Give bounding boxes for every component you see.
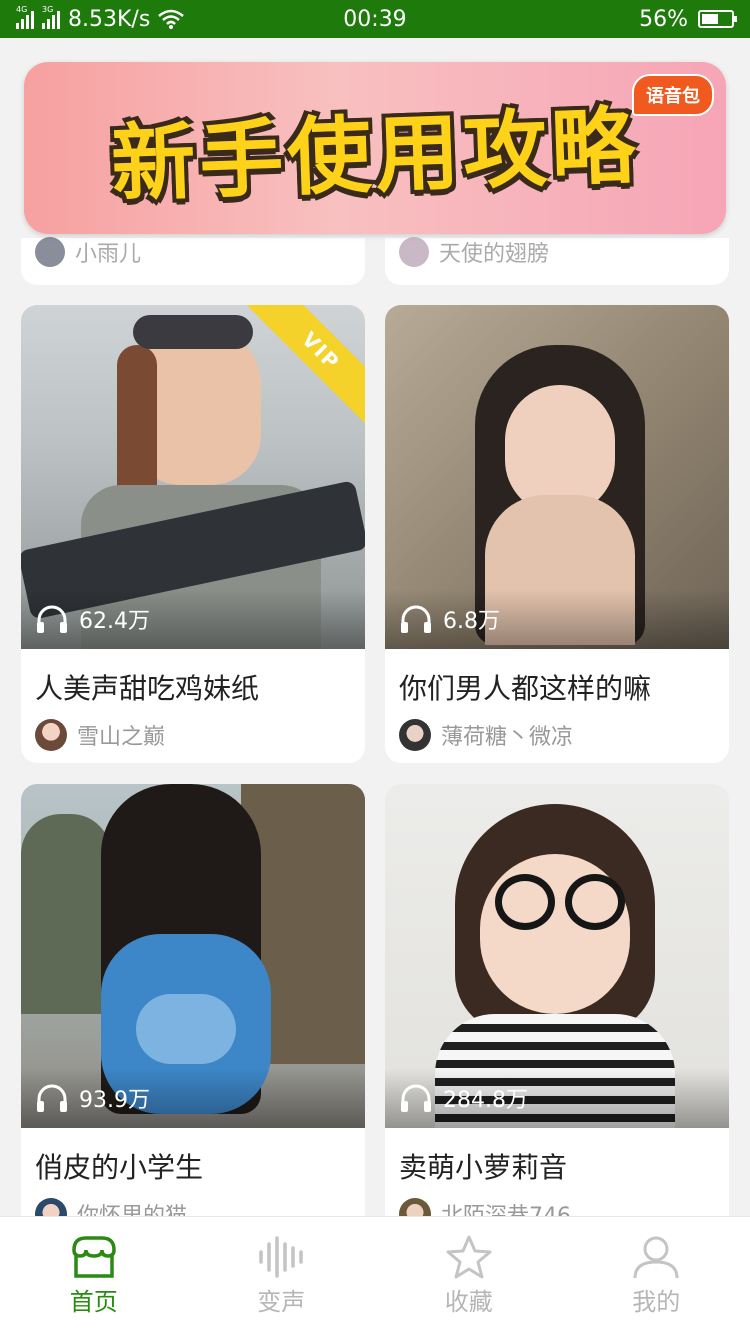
play-count: 6.8万: [385, 589, 729, 649]
vip-badge: VIP: [243, 305, 365, 429]
tab-label: 我的: [632, 1288, 681, 1316]
voice-card[interactable]: VIP 62.4万 人美声甜吃鸡妹纸 雪山之巅: [21, 305, 365, 763]
tab-label: 收藏: [444, 1288, 493, 1316]
play-count-value: 284.8万: [443, 1088, 528, 1113]
signal-3g-icon: 3G: [42, 5, 60, 29]
status-bar: 4G 3G 8.53K/s 00:39 56%: [0, 0, 750, 38]
avatar: [399, 236, 429, 267]
tab-favorites[interactable]: 收藏: [375, 1217, 563, 1334]
play-count-value: 62.4万: [79, 609, 150, 634]
author-name: 你怀里的猫: [77, 1198, 187, 1216]
content-scroll[interactable]: 小雨儿 天使的翅膀 新手使用攻略 语音包 VIP 62.4万 人美声甜吃鸡妹纸 …: [0, 38, 750, 1216]
tab-profile[interactable]: 我的: [563, 1217, 750, 1334]
author-name: 小雨儿: [75, 241, 142, 267]
card-title: 人美声甜吃鸡妹纸: [35, 672, 260, 705]
bottom-tab-bar: 首页 变声 收藏 我的: [0, 1216, 750, 1334]
card-author[interactable]: 你怀里的猫: [21, 1186, 365, 1216]
avatar: [399, 1198, 431, 1216]
avatar: [35, 719, 67, 751]
network-label-4g: 4G: [16, 5, 28, 14]
avatar: [399, 719, 431, 751]
battery-icon: [697, 10, 737, 28]
avatar: [35, 236, 65, 267]
tab-voice-changer[interactable]: 变声: [188, 1217, 376, 1334]
card-author[interactable]: 北陌深巷746: [385, 1186, 729, 1216]
author-name: 北陌深巷746: [441, 1198, 571, 1216]
card-image: 284.8万: [385, 784, 729, 1128]
voice-card[interactable]: 93.9万 俏皮的小学生 你怀里的猫: [21, 784, 365, 1216]
tab-home[interactable]: 首页: [0, 1217, 188, 1334]
tab-label: 变声: [257, 1288, 306, 1316]
status-left: 4G 3G 8.53K/s: [16, 5, 255, 32]
card-image: 6.8万: [385, 305, 729, 649]
status-right: 56%: [495, 6, 737, 32]
headphones-icon: [401, 1084, 431, 1112]
headphones-icon: [37, 1084, 67, 1112]
home-shop-icon: [71, 1236, 116, 1278]
battery-level: [701, 14, 718, 24]
author-name: 雪山之巅: [77, 725, 166, 750]
avatar: [35, 1198, 67, 1216]
user-icon: [633, 1236, 679, 1279]
play-count: 62.4万: [21, 589, 365, 649]
status-time: 00:39: [343, 6, 407, 32]
play-count-value: 6.8万: [443, 609, 500, 634]
star-icon: [446, 1235, 492, 1279]
partial-card-right[interactable]: 天使的翅膀: [385, 236, 729, 285]
wifi-icon: [158, 9, 185, 29]
card-title: 你们男人都这样的嘛: [399, 672, 652, 705]
card-image: 93.9万: [21, 784, 365, 1128]
voice-card[interactable]: 6.8万 你们男人都这样的嘛 薄荷糖丶微凉: [385, 305, 729, 763]
headphones-icon: [401, 605, 431, 633]
voice-card[interactable]: 284.8万 卖萌小萝莉音 北陌深巷746: [385, 784, 729, 1216]
guide-banner[interactable]: 新手使用攻略 语音包: [24, 62, 726, 234]
signal-4g-icon: 4G: [16, 5, 34, 29]
partial-card-left[interactable]: 小雨儿: [21, 236, 365, 285]
network-speed: 8.53K/s: [68, 6, 151, 32]
battery-percent: 56%: [639, 6, 688, 32]
card-author[interactable]: 雪山之巅: [21, 707, 365, 763]
banner-badge: 语音包: [632, 74, 714, 116]
author-name: 天使的翅膀: [439, 241, 550, 267]
card-image: VIP 62.4万: [21, 305, 365, 649]
play-count: 93.9万: [21, 1068, 365, 1128]
card-author[interactable]: 薄荷糖丶微凉: [385, 707, 729, 763]
network-label-3g: 3G: [42, 5, 54, 14]
card-title: 俏皮的小学生: [35, 1151, 204, 1184]
play-count-value: 93.9万: [79, 1088, 150, 1113]
headphones-icon: [37, 605, 67, 633]
author-name: 薄荷糖丶微凉: [441, 725, 574, 750]
card-title: 卖萌小萝莉音: [399, 1151, 568, 1184]
tab-label: 首页: [69, 1288, 118, 1316]
banner-title: 新手使用攻略: [109, 96, 641, 213]
play-count: 284.8万: [385, 1068, 729, 1128]
voice-wave-icon: [259, 1236, 303, 1278]
